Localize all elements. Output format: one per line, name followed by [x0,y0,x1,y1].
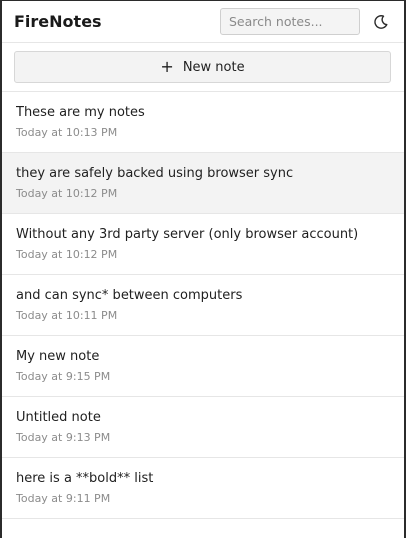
note-timestamp: Today at 9:11 PM [16,492,111,505]
note-title: These are my notes [16,105,145,120]
note-title: they are safely backed using browser syn… [16,166,294,181]
theme-toggle-button[interactable] [368,9,394,35]
note-title: My new note [16,349,100,364]
app-header: FireNotes [2,1,404,43]
note-item[interactable]: Untitled note Today at 9:13 PM [2,397,404,458]
app-title: FireNotes [14,12,102,31]
toolbar: + New note [2,43,404,92]
new-note-label: New note [182,59,245,75]
moon-icon [374,14,388,29]
note-item[interactable]: they are safely backed using browser syn… [2,153,404,214]
note-timestamp: Today at 10:13 PM [16,126,118,139]
note-item[interactable]: and can sync* between computers Today at … [2,275,404,336]
new-note-button[interactable]: + New note [14,51,391,83]
note-item[interactable]: here is a **bold** list Today at 9:11 PM [2,458,404,519]
search-input[interactable] [220,8,360,35]
note-timestamp: Today at 10:12 PM [16,187,118,200]
note-item[interactable]: My new note Today at 9:15 PM [2,336,404,397]
note-title: Without any 3rd party server (only brows… [16,227,359,242]
note-item[interactable]: These are my notes Today at 10:13 PM [2,92,404,153]
notes-list: These are my notes Today at 10:13 PM they … [2,92,404,519]
note-timestamp: Today at 10:11 PM [16,309,118,322]
app-window: FireNotes + New note These are my notesT… [0,0,406,538]
note-title: and can sync* between computers [16,288,243,303]
note-timestamp: Today at 9:13 PM [16,431,111,444]
note-title: Untitled note [16,410,101,425]
note-item[interactable]: Without any 3rd party server (only brows… [2,214,404,275]
plus-icon: + [160,57,174,76]
note-timestamp: Today at 9:15 PM [16,370,111,383]
note-title: here is a **bold** list [16,471,154,486]
note-timestamp: Today at 10:12 PM [16,248,118,261]
